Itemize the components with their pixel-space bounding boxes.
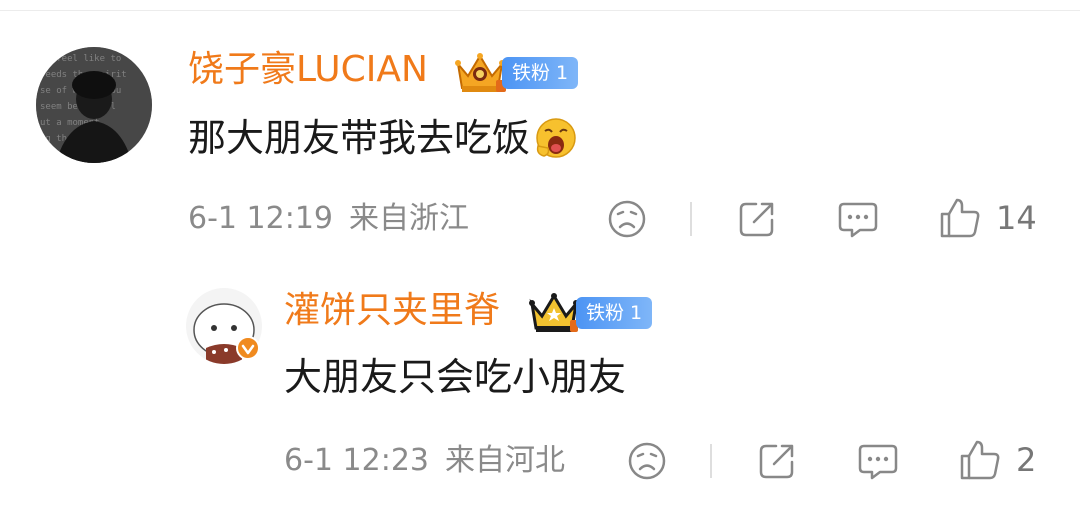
thumbs-up-icon	[960, 440, 1000, 480]
dislike-button[interactable]	[606, 198, 648, 240]
crown-icon	[455, 53, 506, 92]
comment-time: 6-1 12:23	[284, 443, 429, 478]
divider	[0, 10, 1080, 11]
reply-button[interactable]	[836, 198, 880, 240]
crown-icon	[529, 293, 579, 332]
comment-thread: he feel like to feeds the spirit se of w…	[0, 0, 1080, 516]
reply-button[interactable]	[856, 440, 900, 482]
divider	[710, 444, 712, 478]
like-count: 2	[1016, 441, 1037, 479]
fan-badge[interactable]: 铁粉 1	[526, 290, 653, 336]
comment-text: 那大朋友带我去吃饭	[188, 116, 578, 160]
like-count: 14	[996, 199, 1037, 237]
comment-meta: 6-1 12:19 来自浙江	[188, 204, 469, 234]
thumbs-up-icon	[940, 198, 980, 238]
share-icon	[739, 202, 774, 237]
username[interactable]: 饶子豪LUCIAN	[188, 52, 428, 88]
comment-meta: 6-1 12:23 来自河北	[284, 446, 565, 476]
sad-face-icon	[628, 442, 666, 480]
fan-badge-label: 铁粉 1	[502, 57, 579, 89]
share-icon	[759, 444, 794, 479]
comment-text: 大朋友只会吃小朋友	[284, 358, 626, 396]
comment-body: 那大朋友带我去吃饭	[188, 116, 531, 160]
divider	[690, 202, 692, 236]
yawn-emoji-icon	[536, 118, 576, 158]
comment-icon	[858, 444, 898, 480]
avatar[interactable]	[186, 288, 262, 364]
svg-text:he feel like to: he feel like to	[40, 54, 121, 64]
share-button[interactable]	[736, 198, 778, 240]
comment-location: 来自浙江	[349, 201, 469, 236]
avatar[interactable]: he feel like to feeds the spirit se of w…	[36, 47, 152, 163]
share-button[interactable]	[756, 440, 798, 482]
comment-body: 大朋友只会吃小朋友	[284, 355, 627, 399]
comment-location: 来自河北	[445, 443, 565, 478]
verified-icon	[236, 336, 260, 360]
fan-badge[interactable]: 铁粉 1	[452, 50, 579, 96]
like-button[interactable]: 2	[958, 438, 1036, 482]
dislike-button[interactable]	[626, 440, 668, 482]
like-button[interactable]: 14	[938, 196, 1037, 240]
username[interactable]: 灌饼只夹里脊	[284, 293, 500, 329]
comment-time: 6-1 12:19	[188, 201, 333, 236]
comment-icon	[838, 202, 878, 238]
sad-face-icon	[608, 200, 646, 238]
fan-badge-label: 铁粉 1	[576, 297, 653, 329]
